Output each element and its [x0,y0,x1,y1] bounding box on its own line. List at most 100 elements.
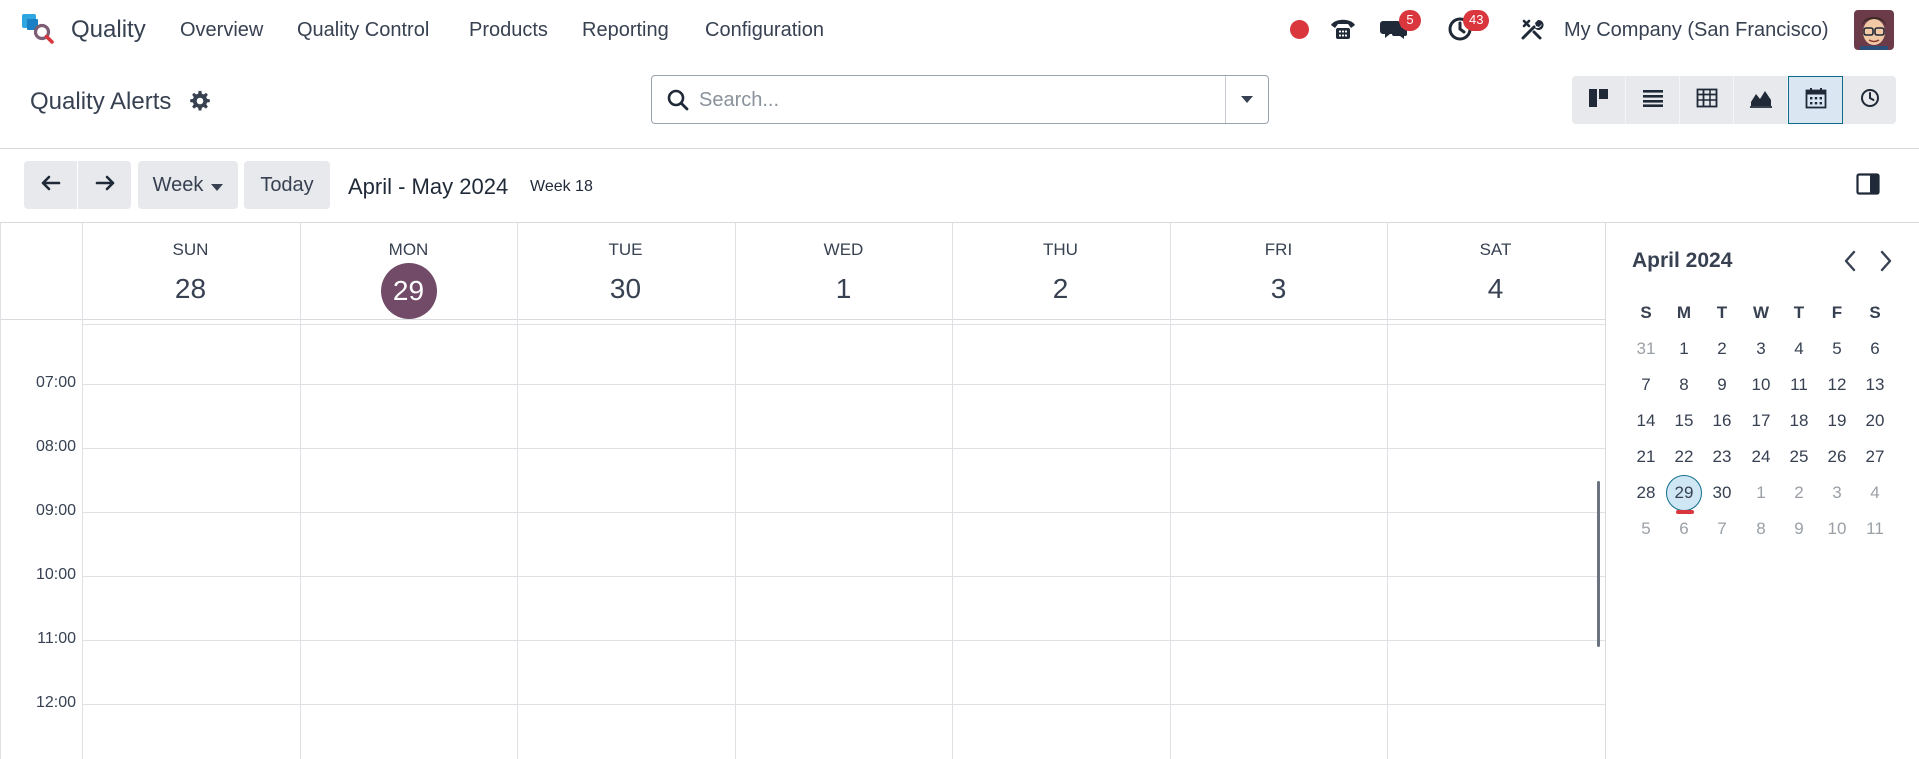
list-view-button[interactable] [1626,76,1680,124]
day-header-thu[interactable]: THU 2 [952,223,1169,319]
mini-day[interactable]: 12 [1818,367,1856,403]
mini-day[interactable]: 24 [1742,439,1780,475]
mini-day[interactable]: 7 [1627,367,1665,403]
day-header-mon[interactable]: MON 29 [300,223,517,319]
mini-day-selected[interactable]: 29 [1666,475,1702,514]
day-header-wed[interactable]: WED 1 [735,223,952,319]
company-switcher[interactable]: My Company (San Francisco) [1564,19,1829,42]
sidebar-toggle-icon[interactable] [1856,173,1880,195]
day-number: 2 [1052,273,1069,304]
mini-day[interactable]: 6 [1665,511,1703,547]
status-dot-icon[interactable] [1288,12,1310,46]
grid-left-border [0,223,1,759]
view-switcher [1572,76,1896,124]
mini-day[interactable]: 13 [1856,367,1894,403]
mini-day[interactable]: 11 [1780,367,1818,403]
today-button[interactable]: Today [244,161,330,209]
mini-day[interactable]: 15 [1665,403,1703,439]
quality-app-icon[interactable] [22,14,56,44]
menu-configuration[interactable]: Configuration [705,19,824,42]
mini-day[interactable]: 4 [1780,331,1818,367]
mini-day[interactable]: 5 [1818,331,1856,367]
menu-overview[interactable]: Overview [180,19,263,42]
graph-view-button[interactable] [1734,76,1788,124]
menu-products[interactable]: Products [469,19,548,42]
mini-day[interactable]: 6 [1856,331,1894,367]
day-name: WED [823,240,864,259]
activities-clock-icon[interactable]: 43 [1445,10,1490,46]
hour-gridline [82,640,1605,641]
day-header-tue[interactable]: TUE 30 [517,223,734,319]
mini-day[interactable]: 19 [1818,403,1856,439]
mini-day[interactable]: 2 [1703,331,1741,367]
arrow-right-icon [95,174,115,197]
day-column-divider [1387,223,1388,759]
mini-day[interactable]: 23 [1703,439,1741,475]
mini-day[interactable]: 20 [1856,403,1894,439]
scale-dropdown-button[interactable]: Week [138,161,238,209]
mini-day[interactable]: 4 [1856,475,1894,511]
kanban-view-button[interactable] [1572,76,1626,124]
day-header-sun[interactable]: SUN 28 [82,223,299,319]
day-header-fri[interactable]: FRI 3 [1170,223,1387,319]
mini-day[interactable]: 7 [1703,511,1741,547]
debug-tools-icon[interactable] [1517,12,1547,46]
search-input[interactable] [699,84,1199,116]
mini-day[interactable]: 10 [1818,511,1856,547]
messages-icon[interactable]: 5 [1379,10,1421,46]
mini-day[interactable]: 10 [1742,367,1780,403]
week-calendar-grid: SUN 28 MON 29 TUE 30 WED 1 THU 2 FRI 3 SAT 4 07:00 08:… [0,222,1605,759]
gear-icon[interactable] [189,90,213,114]
mini-day[interactable]: 31 [1627,331,1665,367]
mini-day[interactable]: 25 [1780,439,1818,475]
mini-weekday-header: T [1716,303,1728,322]
mini-calendar-prev-month-button[interactable] [1839,247,1863,275]
mini-day[interactable]: 11 [1856,511,1894,547]
mini-day[interactable]: 30 [1703,475,1741,511]
page-title[interactable]: Quality Alerts [30,88,171,116]
menu-reporting[interactable]: Reporting [582,19,669,42]
day-header-sat[interactable]: SAT 4 [1387,223,1604,319]
mini-day[interactable]: 14 [1627,403,1665,439]
mini-day[interactable]: 8 [1665,367,1703,403]
mini-day[interactable]: 8 [1742,511,1780,547]
mini-day[interactable]: 18 [1780,403,1818,439]
mini-day[interactable]: 27 [1856,439,1894,475]
activity-clock-icon [1860,88,1880,113]
mini-day[interactable]: 17 [1742,403,1780,439]
mini-day[interactable]: 22 [1665,439,1703,475]
week-number-label: Week 18 [530,178,593,195]
mini-day[interactable]: 1 [1665,331,1703,367]
mini-day[interactable]: 5 [1627,511,1665,547]
day-name: SUN [172,240,209,259]
user-avatar[interactable] [1854,10,1894,50]
grid-scrollbar[interactable] [1597,481,1600,647]
activities-badge: 43 [1463,10,1490,31]
search-options-dropdown-toggle[interactable] [1225,76,1268,123]
mini-day[interactable]: 16 [1703,403,1741,439]
mini-day[interactable]: 2 [1780,475,1818,511]
mini-day[interactable]: 28 [1627,475,1665,511]
mini-day[interactable]: 3 [1742,331,1780,367]
menu-quality-control[interactable]: Quality Control [297,19,429,42]
activity-view-button[interactable] [1843,76,1896,124]
mini-weekday-header: F [1831,303,1843,322]
day-number: 4 [1487,273,1504,304]
header-separator [0,319,1605,320]
mini-day[interactable]: 9 [1703,367,1741,403]
mini-day[interactable]: 21 [1627,439,1665,475]
pivot-view-button[interactable] [1680,76,1734,124]
mini-day[interactable]: 9 [1780,511,1818,547]
phone-icon[interactable] [1328,12,1358,46]
calendar-view-button[interactable] [1788,76,1843,124]
caret-down-icon [211,174,224,197]
mini-day[interactable]: 26 [1818,439,1856,475]
mini-day[interactable]: 1 [1742,475,1780,511]
hour-label: 07:00 [35,374,76,391]
previous-period-button[interactable] [24,161,77,209]
next-period-button[interactable] [78,161,131,209]
top-navbar: Quality Overview Quality Control Product… [0,0,1919,60]
mini-day[interactable]: 3 [1818,475,1856,511]
app-name[interactable]: Quality [71,16,146,44]
mini-calendar-next-month-button[interactable] [1873,247,1897,275]
